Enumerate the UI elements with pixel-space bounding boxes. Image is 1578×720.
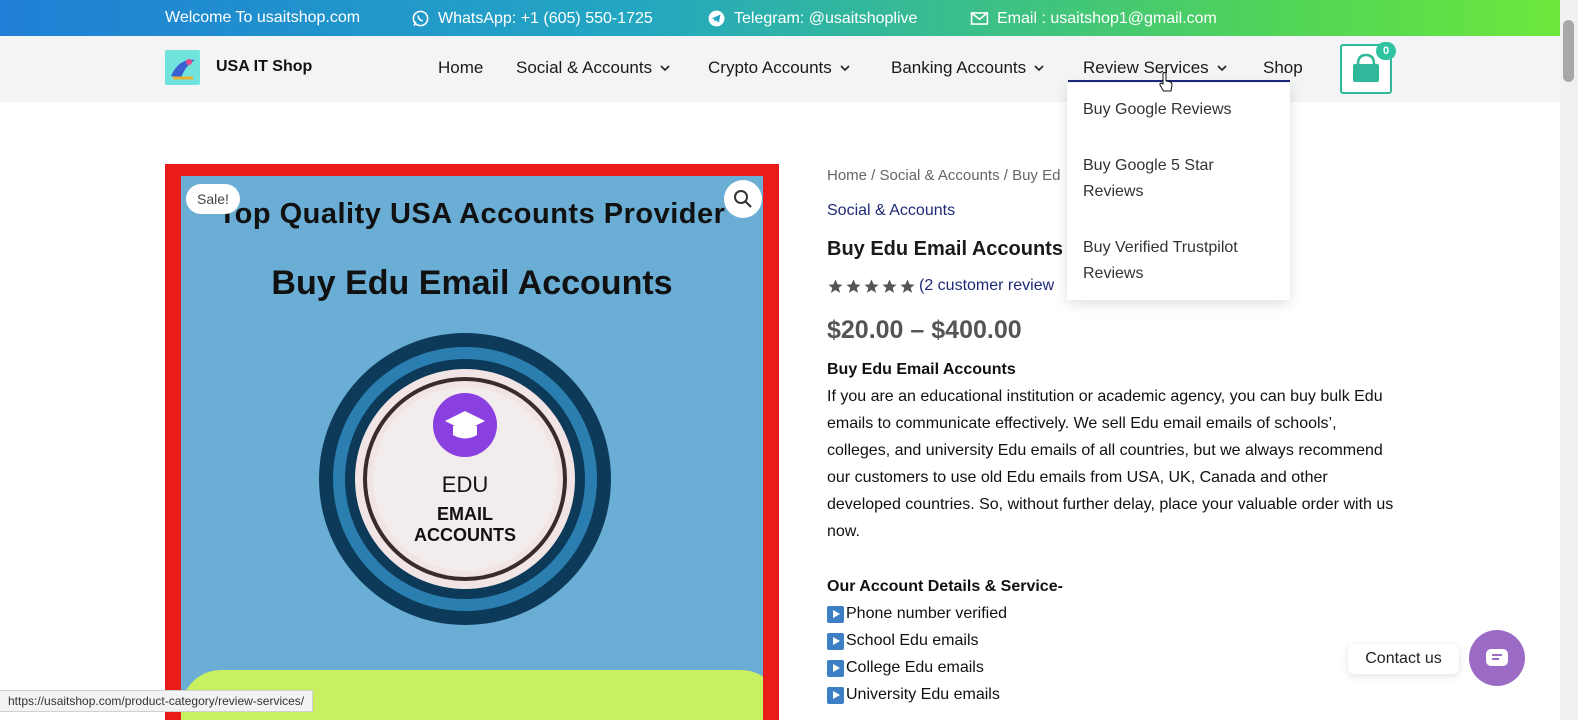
telegram-label: Telegram: @usaitshoplive — [734, 9, 918, 27]
detail-label: University Edu emails — [846, 686, 1000, 703]
category-link[interactable]: Social & Accounts — [827, 202, 955, 220]
nav-home[interactable]: Home — [438, 58, 483, 78]
welcome-text: Welcome To usaitshop.com — [165, 9, 360, 27]
nav-crypto-accounts[interactable]: Crypto Accounts — [708, 58, 850, 78]
star-icon — [828, 279, 843, 293]
site-header: USA IT Shop Home Social & Accounts Crypt… — [0, 36, 1560, 102]
star-rating — [827, 278, 916, 295]
product-image[interactable]: Top Quality USA Accounts Provider Buy Ed… — [165, 164, 779, 720]
product-image-inner: Top Quality USA Accounts Provider Buy Ed… — [181, 176, 763, 720]
email-contact[interactable]: Email : usaitshop1@gmail.com — [970, 9, 1217, 28]
play-arrow-icon — [827, 659, 844, 677]
nav-review-label: Review Services — [1083, 58, 1209, 77]
envelope-icon — [970, 12, 989, 25]
page-scrollbar[interactable] — [1560, 0, 1578, 720]
chat-icon — [1486, 649, 1508, 666]
scrollbar-thumb[interactable] — [1563, 20, 1574, 82]
nav-crypto-label: Crypto Accounts — [708, 58, 832, 77]
top-announcement-bar: Welcome To usaitshop.com WhatsApp: +1 (6… — [0, 0, 1578, 36]
detail-list-item: University Edu emails — [827, 686, 1000, 704]
detail-list-item: College Edu emails — [827, 659, 984, 677]
nav-social-accounts[interactable]: Social & Accounts — [516, 58, 670, 78]
link-status-bar: https://usaitshop.com/product-category/r… — [0, 690, 314, 712]
edu-sub-line1: EMAIL — [437, 504, 493, 524]
breadcrumb[interactable]: Home / Social & Accounts / Buy Ed — [827, 167, 1060, 184]
nav-banking-accounts[interactable]: Banking Accounts — [891, 58, 1044, 78]
detail-label: School Edu emails — [846, 632, 979, 649]
zoom-button[interactable] — [724, 180, 762, 218]
edu-sub-label: EMAIL ACCOUNTS — [317, 504, 613, 546]
dropdown-item-trustpilot[interactable]: Buy Verified Trustpilot Reviews — [1083, 235, 1273, 287]
nav-social-label: Social & Accounts — [516, 58, 653, 77]
detail-label: College Edu emails — [846, 659, 984, 676]
image-headline: Top Quality USA Accounts Provider — [218, 198, 726, 230]
detail-label: Phone number verified — [846, 605, 1007, 622]
star-icon — [882, 279, 897, 293]
sale-badge: Sale! — [186, 184, 240, 214]
edu-label: EDU — [441, 472, 489, 497]
whatsapp-label: WhatsApp: +1 (605) 550-1725 — [438, 9, 653, 27]
chevron-down-icon — [1034, 65, 1044, 72]
nav-shop-label: Shop — [1263, 58, 1303, 77]
description-text: If you are an educational institution or… — [827, 388, 1394, 540]
contact-us-button[interactable] — [1469, 630, 1525, 686]
magnifier-icon — [734, 190, 752, 208]
telegram-contact[interactable]: Telegram: @usaitshoplive — [707, 9, 917, 28]
cart-count-badge: 0 — [1376, 42, 1396, 60]
review-services-dropdown: Buy Google Reviews Buy Google 5 Star Rev… — [1067, 83, 1290, 300]
play-arrow-icon — [827, 686, 844, 704]
contact-us-label[interactable]: Contact us — [1348, 644, 1459, 674]
dropdown-item-google-reviews[interactable]: Buy Google Reviews — [1083, 97, 1273, 123]
description-heading: Buy Edu Email Accounts — [827, 361, 1016, 378]
star-icon — [864, 279, 879, 293]
product-title: Buy Edu Email Accounts — [827, 238, 1063, 260]
dropdown-item-google-5-star[interactable]: Buy Google 5 Star Reviews — [1083, 153, 1273, 205]
customer-reviews-link[interactable]: (2 customer review — [919, 277, 1054, 295]
welcome-label: Welcome To usaitshop.com — [165, 9, 361, 26]
play-arrow-icon — [827, 632, 844, 650]
logo-icon — [171, 59, 195, 80]
nav-shop[interactable]: Shop — [1263, 58, 1303, 78]
site-logo[interactable] — [165, 50, 200, 85]
chevron-down-icon — [660, 65, 670, 72]
chevron-down-icon — [840, 65, 850, 72]
nav-home-label: Home — [438, 58, 484, 77]
whatsapp-icon — [412, 10, 429, 27]
star-icon — [900, 279, 915, 293]
image-title: Buy Edu Email Accounts — [271, 264, 673, 302]
edu-sub-line2: ACCOUNTS — [414, 525, 516, 545]
price-range: $20.00 – $400.00 — [827, 316, 1022, 344]
detail-list-item: School Edu emails — [827, 632, 979, 650]
play-arrow-icon — [827, 605, 844, 623]
detail-list-item: Phone number verified — [827, 605, 1007, 623]
nav-review-services[interactable]: Review Services — [1083, 58, 1227, 78]
telegram-icon — [708, 10, 725, 27]
nav-banking-label: Banking Accounts — [891, 58, 1027, 77]
email-label: Email : usaitshop1@gmail.com — [997, 9, 1217, 27]
chevron-down-icon — [1217, 65, 1227, 72]
star-icon — [846, 279, 861, 293]
site-name[interactable]: USA IT Shop — [216, 58, 312, 76]
whatsapp-contact[interactable]: WhatsApp: +1 (605) 550-1725 — [411, 9, 653, 28]
details-heading: Our Account Details & Service- — [827, 578, 1063, 595]
hand-cursor-icon — [1159, 72, 1173, 92]
active-nav-underline — [1068, 80, 1290, 82]
